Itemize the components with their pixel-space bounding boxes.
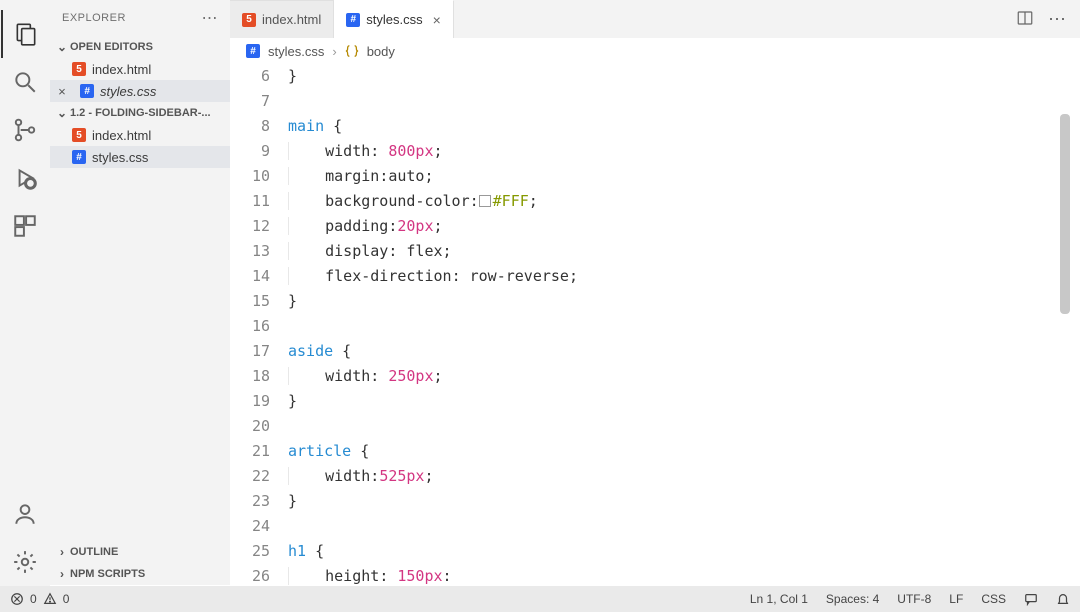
source-control-icon[interactable] (1, 106, 49, 154)
css-file-icon: # (80, 84, 94, 98)
sidebar-title: EXPLORER (62, 12, 126, 24)
css-file-icon: # (346, 13, 360, 27)
css-file-icon: # (246, 44, 260, 58)
npm-scripts-label: NPM SCRIPTS (70, 568, 145, 580)
scrollbar-thumb[interactable] (1060, 114, 1070, 314)
sidebar-header: EXPLORER ⋯ (50, 0, 230, 36)
open-editor-item[interactable]: × # styles.css (50, 80, 230, 102)
status-bar: 0 0 Ln 1, Col 1 Spaces: 4 UTF-8 LF CSS (0, 586, 1080, 612)
workspace-file-item[interactable]: # styles.css (50, 146, 230, 168)
close-icon[interactable]: × (433, 12, 441, 28)
eol[interactable]: LF (949, 592, 963, 606)
breadcrumb-file[interactable]: styles.css (268, 44, 324, 59)
editor-tab[interactable]: # styles.css × (334, 0, 454, 38)
cursor-position[interactable]: Ln 1, Col 1 (750, 592, 808, 606)
breadcrumb-symbol[interactable]: body (367, 44, 395, 59)
activity-bar (0, 0, 50, 586)
outline-header[interactable]: › OUTLINE (50, 541, 230, 563)
file-name: index.html (92, 62, 151, 77)
breadcrumb-separator: › (332, 44, 336, 59)
sidebar-more-icon[interactable]: ⋯ (202, 8, 219, 28)
notifications-icon[interactable] (1056, 592, 1070, 606)
breadcrumb[interactable]: # styles.css › body (230, 38, 1070, 64)
code-editor[interactable]: 67891011121314151617181920212223242526 }… (230, 64, 1070, 586)
html-file-icon: 5 (72, 128, 86, 142)
sidebar: EXPLORER ⋯ ⌄ OPEN EDITORS 5 index.html × # s… (50, 0, 230, 585)
chevron-down-icon: ⌄ (54, 106, 70, 120)
workspace-file-item[interactable]: 5 index.html (50, 124, 230, 146)
split-editor-icon[interactable] (1016, 9, 1034, 30)
editor-tab[interactable]: 5 index.html (230, 0, 334, 38)
encoding[interactable]: UTF-8 (897, 592, 931, 606)
error-icon[interactable] (10, 592, 24, 606)
warning-count[interactable]: 0 (63, 592, 70, 606)
tab-label: styles.css (366, 12, 422, 27)
explorer-icon[interactable] (1, 10, 49, 58)
warning-icon[interactable] (43, 592, 57, 606)
extensions-icon[interactable] (1, 202, 49, 250)
chevron-right-icon: › (54, 567, 70, 581)
file-name: index.html (92, 128, 151, 143)
error-count[interactable]: 0 (30, 592, 37, 606)
feedback-icon[interactable] (1024, 592, 1038, 606)
close-icon[interactable]: × (58, 84, 70, 99)
open-editors-header[interactable]: ⌄ OPEN EDITORS (50, 36, 230, 58)
file-name: styles.css (100, 84, 156, 99)
more-icon[interactable]: ⋯ (1048, 9, 1066, 30)
html-file-icon: 5 (72, 62, 86, 76)
workspace-label: 1.2 - FOLDING-SIDEBAR-... (70, 107, 211, 119)
tab-bar: 5 index.html # styles.css × ⋯ (230, 0, 1080, 38)
tab-label: index.html (262, 12, 321, 27)
line-number-gutter: 67891011121314151617181920212223242526 (230, 64, 288, 586)
html-file-icon: 5 (242, 13, 256, 27)
chevron-down-icon: ⌄ (54, 40, 70, 54)
indentation[interactable]: Spaces: 4 (826, 592, 879, 606)
account-icon[interactable] (1, 490, 49, 538)
debug-icon[interactable] (1, 154, 49, 202)
open-editors-label: OPEN EDITORS (70, 41, 153, 53)
gear-icon[interactable] (1, 538, 49, 586)
css-file-icon: # (72, 150, 86, 164)
language-mode[interactable]: CSS (981, 592, 1006, 606)
outline-label: OUTLINE (70, 546, 118, 558)
symbol-struct-icon (345, 44, 359, 58)
search-icon[interactable] (1, 58, 49, 106)
workspace-header[interactable]: ⌄ 1.2 - FOLDING-SIDEBAR-... (50, 102, 230, 124)
code-content[interactable]: } main { width: 800px; margin:auto; back… (288, 64, 1070, 586)
npm-scripts-header[interactable]: › NPM SCRIPTS (50, 563, 230, 585)
chevron-right-icon: › (54, 545, 70, 559)
file-name: styles.css (92, 150, 148, 165)
open-editor-item[interactable]: 5 index.html (50, 58, 230, 80)
color-swatch (479, 195, 491, 207)
